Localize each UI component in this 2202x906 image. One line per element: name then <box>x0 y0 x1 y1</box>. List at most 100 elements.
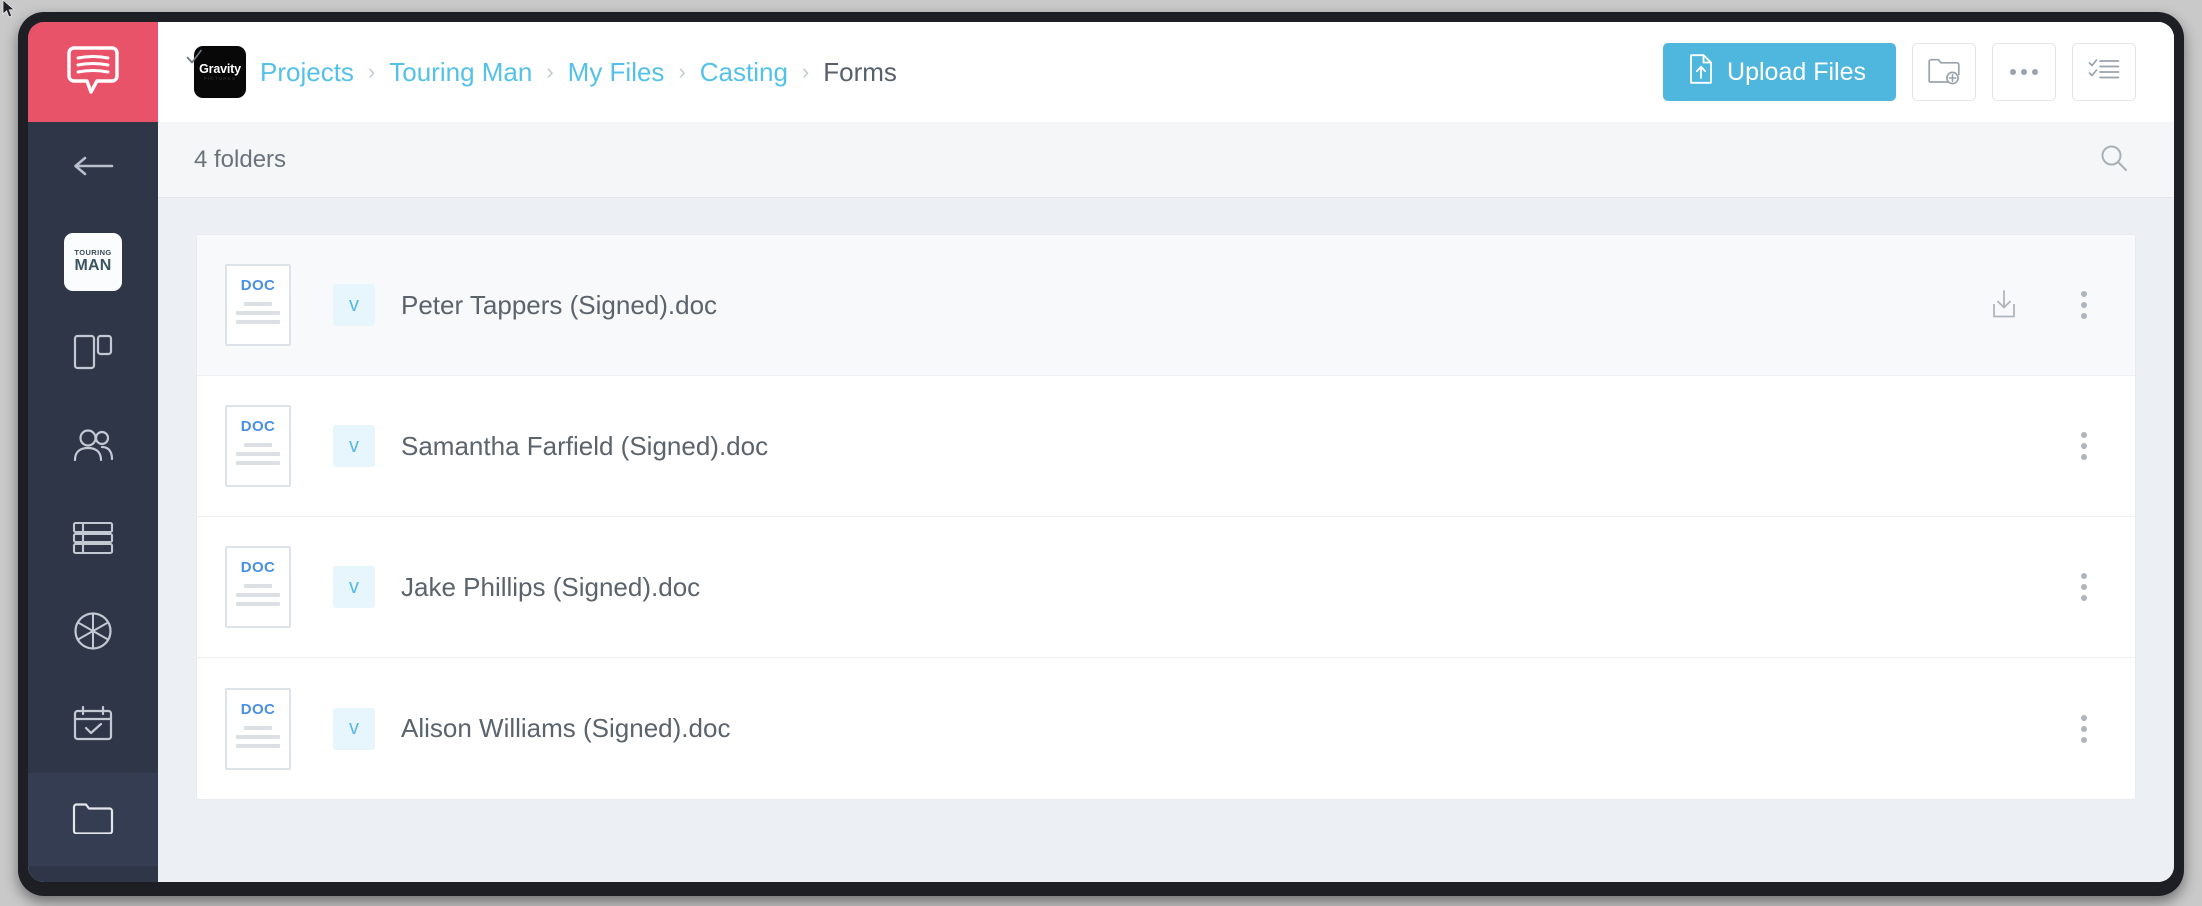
breadcrumb-item-projects[interactable]: Projects <box>260 57 354 88</box>
app-window: TOURING MAN <box>28 22 2174 882</box>
row-menu-button[interactable] <box>2067 427 2101 465</box>
version-badge[interactable]: v <box>333 708 375 750</box>
thumbnail-line <box>236 461 280 465</box>
sidebar-brand-tile[interactable] <box>28 22 158 122</box>
folder-count-label: 4 folders <box>194 146 2092 174</box>
file-upload-icon <box>1689 54 1713 91</box>
sidebar-item-contacts[interactable] <box>28 401 158 494</box>
sidebar-item-project-touring-man[interactable]: TOURING MAN <box>28 215 158 308</box>
list-view-button[interactable] <box>2072 43 2136 101</box>
thumbnail-line <box>236 593 280 597</box>
row-menu-button[interactable] <box>2067 710 2101 748</box>
file-name: Samantha Farfield (Signed).doc <box>401 431 1987 462</box>
sidebar: TOURING MAN <box>28 22 158 882</box>
thumbnail-line <box>236 735 280 739</box>
document-thumbnail: DOC <box>225 546 291 628</box>
upload-files-button[interactable]: Upload Files <box>1663 43 1896 101</box>
document-kind-label: DOC <box>236 419 280 434</box>
breadcrumb-item-casting[interactable]: Casting <box>700 57 788 88</box>
main-content: Gravity PICTURES Projects › Touring Man … <box>158 22 2174 882</box>
breadcrumb-separator: › <box>368 59 375 85</box>
upload-files-label: Upload Files <box>1727 58 1866 87</box>
aperture-icon <box>73 611 113 656</box>
breadcrumb-separator: › <box>678 59 685 85</box>
sidebar-item-calendar[interactable] <box>28 680 158 773</box>
calendar-check-icon <box>73 705 113 748</box>
thumbnail-line <box>236 602 280 606</box>
thumbnail-line <box>244 302 271 306</box>
version-badge[interactable]: v <box>333 566 375 608</box>
new-folder-button[interactable] <box>1912 43 1976 101</box>
table-row[interactable]: DOC v Jake Phillips (Signed).doc <box>197 517 2135 658</box>
device-frame: TOURING MAN <box>18 12 2184 896</box>
project-logo-top: TOURING <box>74 249 111 257</box>
version-badge[interactable]: v <box>333 425 375 467</box>
document-thumbnail: DOC <box>225 264 291 346</box>
speech-bubble-logo-icon <box>66 45 120 100</box>
back-arrow-icon <box>72 154 114 183</box>
thumbnail-line <box>236 320 280 324</box>
sidebar-item-back[interactable] <box>28 122 158 215</box>
account-logo-sub: PICTURES <box>204 77 236 82</box>
thumbnail-line <box>244 726 271 730</box>
sidebar-item-schedule[interactable] <box>28 494 158 587</box>
folder-icon <box>72 800 114 839</box>
table-row[interactable]: DOC v Samantha Farfield (Signed).doc <box>197 376 2135 517</box>
breadcrumb-separator: › <box>802 59 809 85</box>
breadcrumb-item-forms: Forms <box>823 57 897 88</box>
thumbnail-line <box>244 584 271 588</box>
document-thumbnail: DOC <box>225 405 291 487</box>
contacts-people-icon <box>71 427 115 468</box>
document-kind-label: DOC <box>236 702 280 717</box>
account-logo-main: Gravity <box>199 63 241 76</box>
content-area: DOC v Peter Tappers (Signed).doc <box>158 198 2174 882</box>
sidebar-item-shoots[interactable] <box>28 587 158 680</box>
thumbnail-line <box>236 452 280 456</box>
document-kind-label: DOC <box>236 278 280 293</box>
more-vertical-icon <box>2081 573 2087 601</box>
download-icon <box>1990 289 2018 322</box>
subbar: 4 folders <box>158 122 2174 198</box>
thumbnail-line <box>236 744 280 748</box>
checklist-view-icon <box>2088 57 2120 88</box>
account-logo[interactable]: Gravity PICTURES <box>194 46 246 98</box>
project-logo-bottom: MAN <box>74 258 111 274</box>
row-menu-button[interactable] <box>2067 568 2101 606</box>
search-icon <box>2099 143 2129 176</box>
topbar-actions: Upload Files <box>1663 43 2136 101</box>
file-list: DOC v Peter Tappers (Signed).doc <box>196 234 2136 800</box>
schedule-rows-icon <box>72 521 114 560</box>
document-kind-label: DOC <box>236 560 280 575</box>
row-actions <box>1987 427 2101 465</box>
more-vertical-icon <box>2081 291 2087 319</box>
sidebar-item-files[interactable] <box>28 773 158 866</box>
table-row[interactable]: DOC v Alison Williams (Signed).doc <box>197 658 2135 799</box>
sidebar-item-dashboard[interactable] <box>28 308 158 401</box>
version-badge[interactable]: v <box>333 284 375 326</box>
new-folder-icon <box>1928 57 1960 88</box>
file-name: Alison Williams (Signed).doc <box>401 713 1987 744</box>
search-button[interactable] <box>2092 138 2136 182</box>
more-horizontal-icon <box>2010 69 2038 75</box>
document-thumbnail: DOC <box>225 688 291 770</box>
row-actions <box>1987 568 2101 606</box>
table-row[interactable]: DOC v Peter Tappers (Signed).doc <box>197 235 2135 376</box>
more-vertical-icon <box>2081 432 2087 460</box>
breadcrumb-separator: › <box>546 59 553 85</box>
breadcrumb-item-my-files[interactable]: My Files <box>568 57 665 88</box>
mouse-cursor-icon <box>2 0 18 20</box>
project-thumbnail-icon: TOURING MAN <box>64 233 122 291</box>
row-actions <box>1987 286 2101 324</box>
dashboard-layout-icon <box>73 333 113 376</box>
thumbnail-line <box>236 311 280 315</box>
file-name: Jake Phillips (Signed).doc <box>401 572 1987 603</box>
more-options-button[interactable] <box>1992 43 2056 101</box>
topbar: Gravity PICTURES Projects › Touring Man … <box>158 22 2174 122</box>
file-name: Peter Tappers (Signed).doc <box>401 290 1987 321</box>
row-menu-button[interactable] <box>2067 286 2101 324</box>
breadcrumb: Gravity PICTURES Projects › Touring Man … <box>194 46 1639 98</box>
more-vertical-icon <box>2081 715 2087 743</box>
download-button[interactable] <box>1987 286 2021 324</box>
breadcrumb-item-touring-man[interactable]: Touring Man <box>389 57 532 88</box>
thumbnail-line <box>244 443 271 447</box>
